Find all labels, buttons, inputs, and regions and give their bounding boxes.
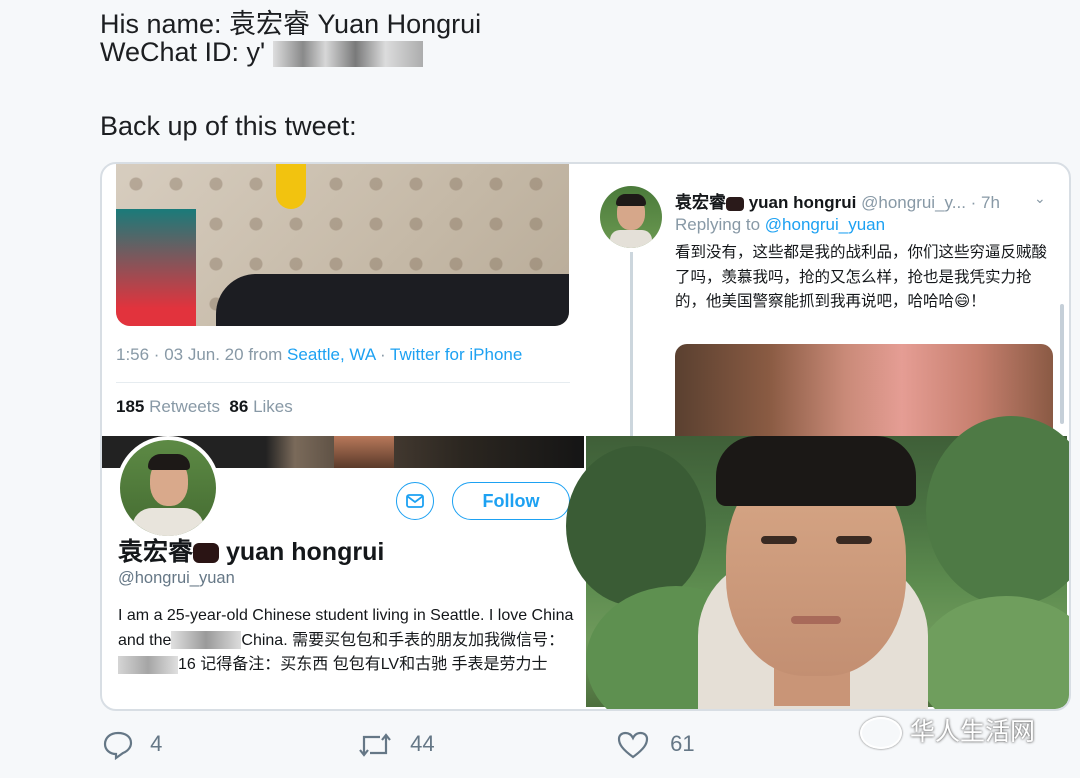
client-link[interactable]: Twitter for iPhone (390, 345, 522, 364)
bio-text-2: China. 需要买包包和手表的朋友加我微信号： (241, 631, 565, 649)
mouth-shape (791, 616, 841, 624)
watermark-text: 华人生活网 (910, 718, 1036, 746)
redacted-emoji (726, 196, 744, 211)
divider (116, 382, 570, 383)
mail-icon (406, 494, 424, 508)
handbag-photo (116, 164, 569, 326)
separator: · (375, 345, 391, 364)
profile-name: 袁宏睿 yuan hongrui (118, 532, 384, 568)
replying-label: Replying to (675, 215, 765, 234)
thread-line (630, 252, 633, 437)
heart-icon (617, 731, 649, 759)
bio-text-3: 16 记得备注：买东西 包包有LV和古驰 手表是劳力士 (178, 656, 548, 673)
eye-shape (836, 536, 872, 544)
redacted-wechat-id (272, 40, 423, 67)
retweets-label: Retweets (144, 397, 220, 416)
redacted-emoji (193, 543, 220, 564)
likes-label: Likes (248, 397, 293, 416)
profile-bio: I am a 25-year-old Chinese student livin… (118, 604, 576, 678)
redacted-wechat (118, 655, 178, 674)
hair-shape (616, 194, 646, 206)
profile-avatar[interactable] (116, 436, 220, 540)
redacted-word (171, 631, 242, 650)
author-name: 袁宏睿 (675, 193, 726, 212)
profile-name-cn: 袁宏睿 (118, 538, 194, 566)
foliage (926, 416, 1069, 606)
profile-handle: @hongrui_yuan (118, 569, 235, 587)
retweets-count[interactable]: 185 (116, 397, 144, 416)
hair-shape (716, 436, 916, 506)
wechat-label: WeChat ID: y' (100, 37, 266, 67)
tweet-text: 看到没有，这些都是我的战利品，你们这些穷逼反贼酸了吗，羡慕我吗，抢的又怎么样，抢… (675, 244, 1048, 310)
retweet-icon (359, 733, 391, 757)
profile-name-latin: yuan hongrui (219, 538, 385, 566)
hair-shape (148, 454, 190, 470)
tweet-time: 1:56 · 03 Jun. 20 from (116, 345, 288, 364)
retweet-count: 44 (410, 730, 435, 756)
tweet-timestamp: 1:56 · 03 Jun. 20 from Seattle, WA · Twi… (116, 345, 522, 365)
reply-icon (103, 731, 133, 761)
chevron-down-icon[interactable]: ⌄ (1034, 190, 1046, 207)
reply-action[interactable]: 4 (102, 730, 163, 761)
screenshot-collage: 1:56 · 03 Jun. 20 from Seattle, WA · Twi… (100, 162, 1071, 711)
author-handle-time: @hongrui_y... · 7h (856, 193, 1000, 212)
message-button[interactable] (396, 482, 434, 520)
tweet-author[interactable]: 袁宏睿 yuan hongrui @hongrui_y... · 7h (675, 188, 1000, 213)
name-line: His name: 袁宏睿 Yuan Hongrui (100, 9, 482, 39)
bag-strap (116, 209, 196, 326)
likes-count[interactable]: 86 (229, 397, 248, 416)
foliage (916, 596, 1069, 709)
wechat-logo-icon (860, 717, 902, 750)
author-name-latin: yuan hongrui (744, 193, 857, 212)
replying-to: Replying to @hongrui_yuan (675, 215, 885, 235)
like-action[interactable]: 61 (616, 730, 695, 760)
tweet-stats: 185 Retweets 86 Likes (116, 397, 293, 417)
follow-button[interactable]: Follow (452, 482, 570, 520)
like-count: 61 (670, 730, 695, 756)
scrollbar[interactable] (1060, 304, 1064, 424)
foliage (566, 446, 706, 606)
wechat-line: WeChat ID: y' (100, 37, 423, 68)
retweet-action[interactable]: 44 (356, 730, 435, 760)
eye-shape (761, 536, 797, 544)
backup-line: Back up of this tweet: (100, 111, 357, 141)
reply-count: 4 (150, 730, 163, 756)
watermark: 华人生活网 (860, 712, 1036, 750)
replying-handle-link[interactable]: @hongrui_yuan (765, 215, 885, 234)
bag-tag (276, 164, 306, 209)
portrait-photo (566, 416, 1069, 709)
bag-leather (216, 274, 569, 326)
location-link[interactable]: Seattle, WA (287, 345, 375, 364)
shirt-shape (610, 230, 652, 248)
banner-figure (334, 436, 394, 468)
avatar[interactable] (600, 186, 662, 248)
